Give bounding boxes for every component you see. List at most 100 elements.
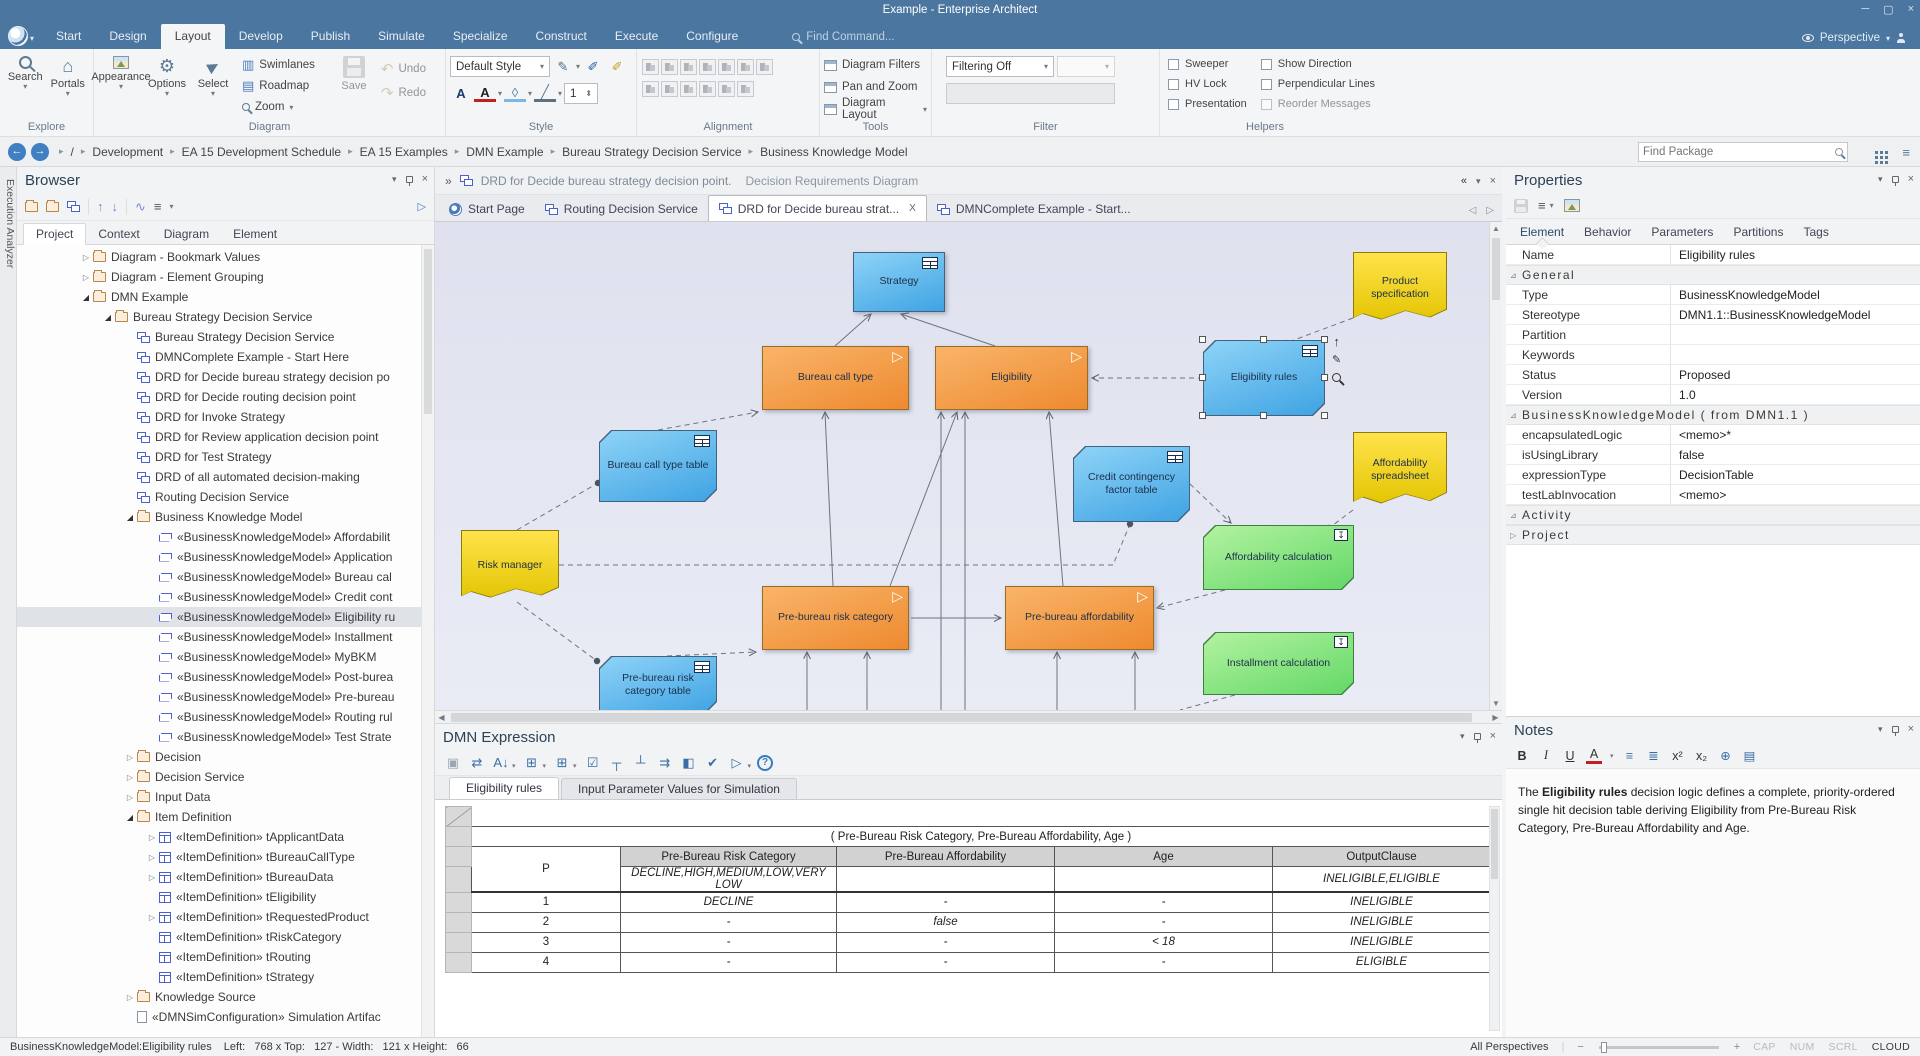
decision-table[interactable]: ( Pre-Bureau Risk Category, Pre-Bureau A… [445, 806, 1491, 973]
tree-item[interactable]: «BusinessKnowledgeModel» MyBKM [17, 647, 434, 667]
swimlanes-button[interactable]: ▥ Swimlanes [242, 56, 315, 74]
tree-item[interactable]: «BusinessKnowledgeModel» Pre-bureau [17, 687, 434, 707]
align-icon-1[interactable] [661, 59, 678, 75]
perspectives-label[interactable]: All Perspectives [1470, 1041, 1548, 1053]
chevron-down-icon[interactable]: ▾ [1610, 752, 1614, 760]
tree-item[interactable]: «BusinessKnowledgeModel» Routing rul [17, 707, 434, 727]
font-button[interactable]: A [450, 83, 472, 104]
ribbon-tab-design[interactable]: Design [95, 24, 160, 49]
pin-icon[interactable] [1892, 176, 1899, 183]
tree-item[interactable]: «ItemDefinition» tEligibility [17, 887, 434, 907]
canvas-vscrollbar[interactable]: ▲ ▼ [1489, 222, 1502, 710]
diagram-canvas[interactable]: ▲ ▼ StrategyBureau call type▷Eligibility… [435, 222, 1502, 710]
find-package-input[interactable] [1643, 146, 1831, 158]
canvas-hscrollbar[interactable]: ◀ ▶ [435, 710, 1502, 723]
connector-18[interactable] [1286, 318, 1353, 343]
tree-item[interactable]: «BusinessKnowledgeModel» Installment [17, 627, 434, 647]
tree-item[interactable]: ▷Diagram - Element Grouping [17, 267, 434, 287]
tree-item[interactable]: ▷«ItemDefinition» tBureauData [17, 867, 434, 887]
tree-item[interactable]: DRD for Invoke Strategy [17, 407, 434, 427]
tree-item[interactable]: DRD for Decide routing decision point [17, 387, 434, 407]
expanded-arrow-icon[interactable]: ◢ [101, 313, 115, 322]
rule-value-cell[interactable]: false [837, 912, 1055, 932]
tree-item[interactable]: ▷«ItemDefinition» tApplicantData [17, 827, 434, 847]
align-icon-5[interactable] [737, 59, 754, 75]
panel-menu-icon[interactable]: ▾ [1476, 176, 1481, 187]
close-tab-icon[interactable]: X [909, 203, 916, 214]
minimize-icon[interactable]: ─ [1861, 3, 1869, 16]
dmn-scrollbar[interactable] [1489, 806, 1500, 1031]
tree-item[interactable]: ◢Business Knowledge Model [17, 507, 434, 527]
user-icon[interactable] [1896, 33, 1906, 43]
properties-section-13[interactable]: ⊿Activity [1506, 505, 1920, 525]
node-pre-bureau-risk-category-table[interactable]: Pre-bureau risk category table [599, 656, 717, 710]
line-width-stepper[interactable]: 1 ⬍ [564, 83, 598, 104]
rule-value-cell[interactable]: INELIGIBLE [1273, 912, 1491, 932]
help-icon[interactable]: ? [757, 755, 773, 771]
tree-item[interactable]: Bureau Strategy Decision Service [17, 327, 434, 347]
tab-scroll-right-icon[interactable]: ▷ [1486, 205, 1494, 216]
close-icon[interactable]: × [1908, 723, 1914, 735]
align-icon-10[interactable] [699, 81, 716, 97]
options-button[interactable]: ⚙ Options ▾ [144, 52, 190, 96]
node-pre-bureau-risk-category[interactable]: Pre-bureau risk category▷ [762, 586, 909, 650]
tree-item[interactable]: «BusinessKnowledgeModel» Test Strate [17, 727, 434, 747]
align-icon-6[interactable] [756, 59, 773, 75]
helper-checkbox-show-direction[interactable]: Show Direction [1261, 54, 1375, 74]
breadcrumb-item-6[interactable]: Business Knowledge Model [758, 145, 909, 159]
expanded-arrow-icon[interactable]: ◢ [123, 513, 137, 522]
node-installment-calculation[interactable]: Installment calculation [1203, 632, 1354, 695]
collapsed-arrow-icon[interactable]: ▷ [1506, 531, 1522, 540]
connector-20[interactable] [559, 524, 1130, 565]
ribbon-tab-specialize[interactable]: Specialize [439, 24, 522, 49]
move-down-icon[interactable]: ↓ [112, 199, 119, 214]
properties-tab-partitions[interactable]: Partitions [1725, 221, 1791, 243]
column-header[interactable]: Age [1055, 847, 1273, 867]
document-icon[interactable]: ▤ [1742, 748, 1758, 763]
collapsed-arrow-icon[interactable]: ▷ [145, 853, 159, 862]
connector-14[interactable] [1190, 484, 1231, 523]
selection-handle[interactable] [1199, 336, 1206, 343]
notes-text[interactable]: The Eligibility rules decision logic def… [1506, 769, 1920, 1037]
property-value[interactable]: BusinessKnowledgeModel [1671, 288, 1920, 302]
collapsed-arrow-icon[interactable]: ▷ [145, 913, 159, 922]
app-logo-icon[interactable] [8, 26, 28, 46]
dmn-tab-1[interactable]: Input Parameter Values for Simulation [561, 778, 797, 799]
diagram-tab-3[interactable]: DMNComplete Example - Start... [927, 197, 1141, 221]
insert-row-icon[interactable]: ┴ [631, 753, 651, 773]
connector-4[interactable] [890, 412, 957, 586]
pin-icon[interactable] [406, 176, 413, 183]
tree-item[interactable]: «BusinessKnowledgeModel» Eligibility ru [17, 607, 434, 627]
move-up-icon[interactable]: ↑ [97, 199, 104, 214]
browser-tab-element[interactable]: Element [221, 224, 289, 244]
tree-item[interactable]: «BusinessKnowledgeModel» Bureau cal [17, 567, 434, 587]
property-value[interactable]: <memo> [1671, 488, 1920, 502]
switch-expression-icon[interactable]: ⇄ [467, 753, 487, 773]
menu-icon[interactable]: ≡ [1902, 145, 1910, 160]
rule-number-cell[interactable]: 3 [472, 932, 621, 952]
tab-scroll-left-icon[interactable]: ◁ [1469, 205, 1477, 216]
pin-icon[interactable] [1474, 733, 1481, 740]
browser-tab-project[interactable]: Project [23, 223, 86, 245]
ribbon-tab-simulate[interactable]: Simulate [364, 24, 439, 49]
tree-item[interactable]: «BusinessKnowledgeModel» Application [17, 547, 434, 567]
selection-handle[interactable] [1321, 374, 1328, 381]
rule-value-cell[interactable]: - [1055, 912, 1273, 932]
new-model-icon[interactable] [25, 202, 38, 212]
helper-checkbox-perpendicular-lines[interactable]: Perpendicular Lines [1261, 74, 1375, 94]
rule-value-cell[interactable]: DECLINE [621, 892, 837, 912]
simulation-icon[interactable]: ◧ [679, 753, 699, 773]
align-icon-11[interactable] [718, 81, 735, 97]
nav-back-button[interactable]: ← [8, 143, 26, 161]
rule-value-cell[interactable]: INELIGIBLE [1273, 892, 1491, 912]
line-color-button[interactable]: ╱ [534, 85, 556, 102]
collapsed-arrow-icon[interactable]: ▷ [123, 993, 137, 1002]
rule-value-cell[interactable]: - [621, 912, 837, 932]
hamburger-menu-icon[interactable]: ≡ [1538, 198, 1546, 213]
quicklink-arrow-icon[interactable]: ↑ [1333, 336, 1340, 348]
selection-handle[interactable] [1260, 336, 1267, 343]
filter-value-select[interactable]: ▾ [1057, 56, 1115, 77]
hyperlink-icon[interactable]: ⊕ [1718, 748, 1734, 763]
sort-icon[interactable]: A↓ [491, 753, 511, 773]
rule-value-cell[interactable]: - [837, 892, 1055, 912]
